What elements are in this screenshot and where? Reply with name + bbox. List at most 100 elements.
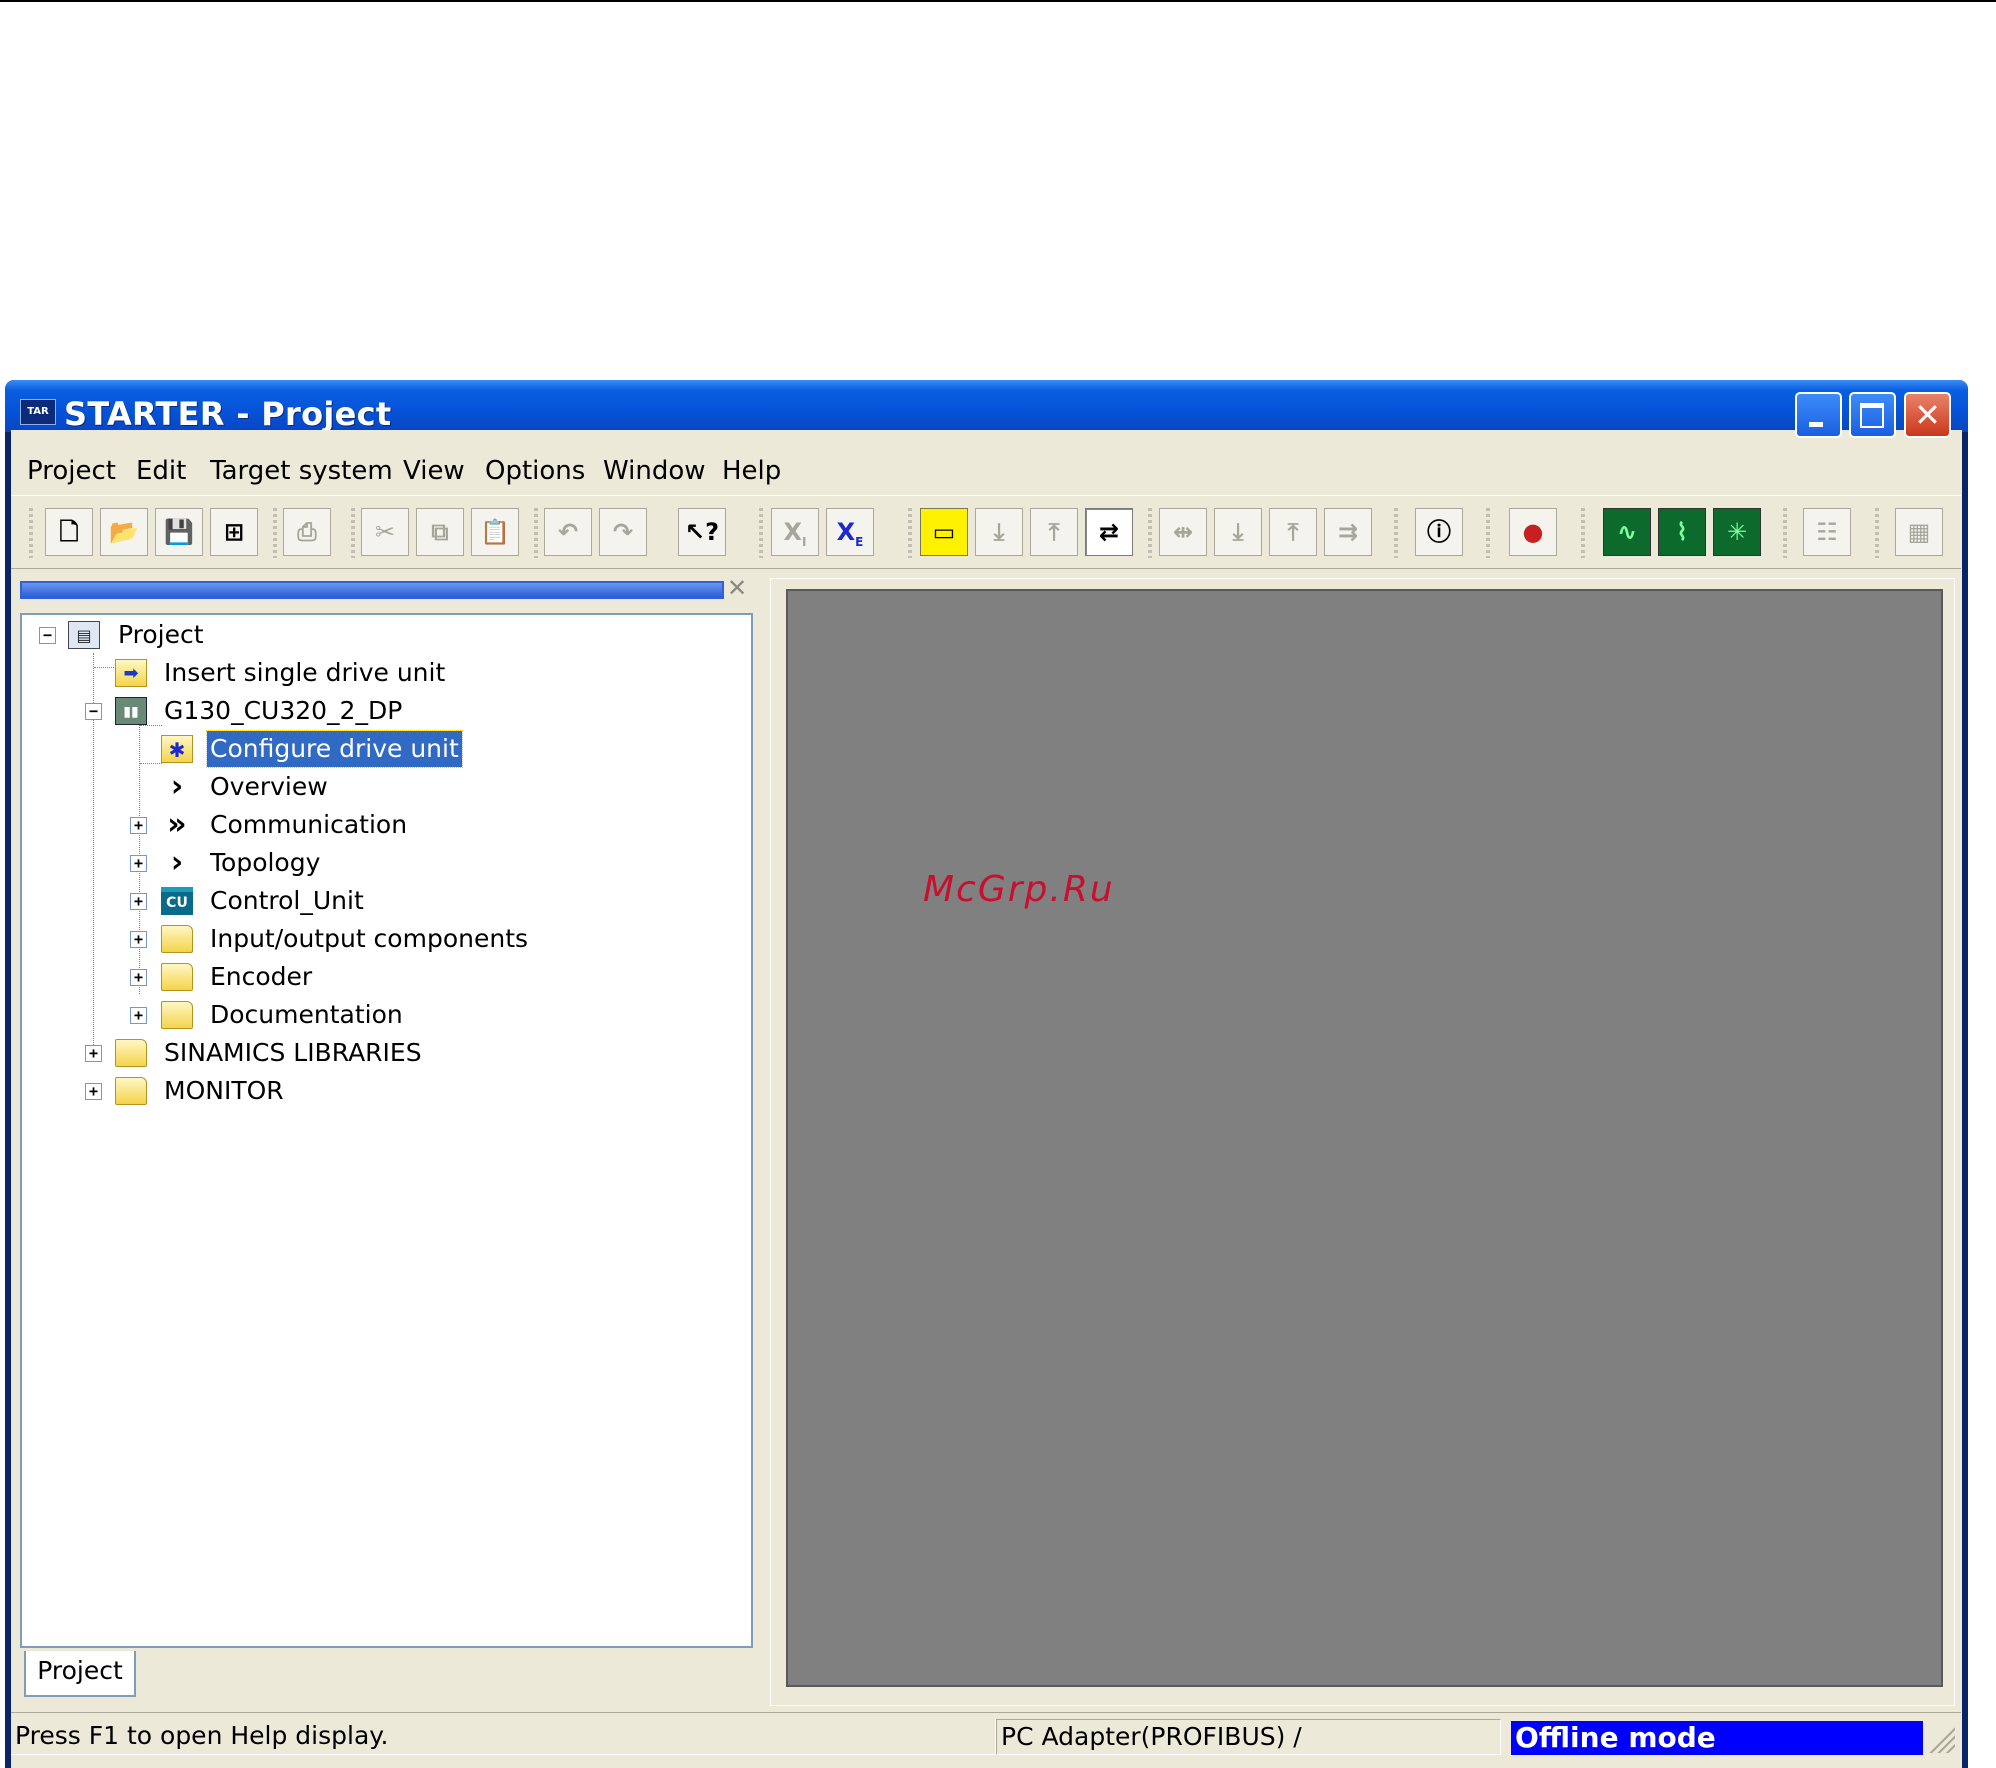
project-tree: − ▤ Project ➡ Insert single drive unit −… — [20, 613, 753, 1648]
minimize-icon — [1797, 394, 1840, 436]
download-icon[interactable]: ⤓ — [975, 508, 1023, 556]
tree-node-overview[interactable]: › Overview — [22, 769, 722, 805]
tree-node-sinamics-libraries[interactable]: + SINAMICS LIBRARIES — [22, 1035, 722, 1071]
connect-target-icon[interactable]: ▭ — [920, 508, 968, 556]
tree-node-insert-drive[interactable]: ➡ Insert single drive unit — [22, 655, 722, 691]
trace-icon[interactable]: ∿ — [1603, 508, 1651, 556]
drive-unit-icon: ▮▮ — [115, 697, 147, 725]
online-offline-compare-icon[interactable]: ⇄ — [1085, 508, 1133, 556]
open-icon[interactable]: 📂 — [100, 508, 148, 556]
tree-node-io-components[interactable]: + Input/output components — [22, 921, 722, 957]
folder-icon — [161, 925, 193, 953]
expand-icon[interactable]: + — [130, 931, 147, 948]
navigator-title-bar[interactable] — [20, 581, 724, 599]
toolbar-grip[interactable] — [534, 508, 538, 558]
maximize-icon — [1851, 394, 1894, 436]
xe-icon[interactable]: XE — [826, 508, 874, 556]
configure-gear-icon: ✱ — [161, 735, 193, 763]
menu-help[interactable]: Help — [722, 456, 781, 486]
undo-icon[interactable]: ↶ — [544, 508, 592, 556]
tree-label: Topology — [210, 848, 321, 877]
minimize-button[interactable] — [1795, 392, 1842, 438]
menu-edit[interactable]: Edit — [136, 456, 186, 486]
tree-label: Control_Unit — [210, 886, 364, 915]
toolbar-grip[interactable] — [1148, 508, 1152, 558]
menu-bar: Project Edit Target system View Options … — [11, 450, 1961, 493]
tree-node-project[interactable]: − ▤ Project — [22, 617, 722, 653]
tree-label: Overview — [210, 772, 328, 801]
upload-icon[interactable]: ⤒ — [1030, 508, 1078, 556]
context-help-icon[interactable]: ↖? — [678, 508, 726, 556]
folder-icon — [115, 1039, 147, 1067]
tree-label: Input/output components — [210, 924, 529, 953]
status-bar: Press F1 to open Help display. PC Adapte… — [11, 1712, 1961, 1763]
toolbar-grip[interactable] — [759, 508, 763, 558]
menu-window[interactable]: Window — [603, 456, 706, 486]
control-panel-icon[interactable]: ● — [1509, 508, 1557, 556]
paste-icon[interactable]: 📋 — [471, 508, 519, 556]
toolbar-grip[interactable] — [1394, 508, 1398, 558]
load-to-target-icon[interactable]: ⤒ — [1269, 508, 1317, 556]
maximize-button[interactable] — [1849, 392, 1896, 438]
toolbar-grip[interactable] — [273, 508, 277, 558]
expand-icon[interactable]: + — [85, 1045, 102, 1062]
expand-icon[interactable]: + — [130, 855, 147, 872]
save-icon[interactable]: 💾 — [155, 508, 203, 556]
window-title: STARTER - Project — [64, 395, 392, 433]
expand-icon[interactable]: + — [85, 1083, 102, 1100]
resize-grip-icon[interactable] — [1929, 1727, 1955, 1753]
disconnect-icon[interactable]: ⇹ — [1159, 508, 1207, 556]
project-icon: ▤ — [68, 621, 100, 649]
workspace-canvas[interactable]: McGrp.Ru — [786, 589, 1943, 1687]
toolbar-grip[interactable] — [1486, 508, 1490, 558]
tree-node-encoder[interactable]: + Encoder — [22, 959, 722, 995]
tree-label: G130_CU320_2_DP — [164, 696, 403, 725]
toolbar-grip[interactable] — [1783, 508, 1787, 558]
project-navigator: ✕ − ▤ Project ➡ Insert single drive unit… — [20, 574, 753, 1710]
calculator-icon[interactable]: ▦ — [1895, 508, 1943, 556]
redo-icon[interactable]: ↷ — [599, 508, 647, 556]
expert-list-icon[interactable]: ☷ — [1803, 508, 1851, 556]
folder-icon — [115, 1077, 147, 1105]
title-bar[interactable]: TAR STARTER - Project — [5, 380, 1968, 433]
menu-project[interactable]: Project — [27, 456, 116, 486]
toolbar-grip[interactable] — [1875, 508, 1879, 558]
tree-node-control-unit[interactable]: + CU Control_Unit — [22, 883, 722, 919]
close-button[interactable]: ✕ — [1904, 392, 1951, 438]
collapse-icon[interactable]: − — [39, 627, 56, 644]
expand-icon[interactable]: + — [130, 969, 147, 986]
tree-node-documentation[interactable]: + Documentation — [22, 997, 722, 1033]
function-generator-icon[interactable]: ✳ — [1713, 508, 1761, 556]
tree-node-drive-unit[interactable]: − ▮▮ G130_CU320_2_DP — [22, 693, 722, 729]
page-top-rule — [0, 0, 1996, 2]
expand-icon[interactable]: + — [130, 817, 147, 834]
load-to-pg-icon[interactable]: ⤓ — [1214, 508, 1262, 556]
menu-target-system[interactable]: Target system — [210, 456, 393, 486]
status-mode-badge: Offline mode — [1511, 1721, 1923, 1755]
copy-icon[interactable]: ⧉ — [416, 508, 464, 556]
menu-view[interactable]: View — [403, 456, 465, 486]
tree-label: Insert single drive unit — [164, 658, 446, 687]
navigator-close-icon[interactable]: ✕ — [727, 574, 747, 602]
copy-ram-rom-icon[interactable]: ⇉ — [1324, 508, 1372, 556]
tree-node-topology[interactable]: + › Topology — [22, 845, 722, 881]
tree-node-communication[interactable]: + » Communication — [22, 807, 722, 843]
expand-icon[interactable]: + — [130, 1007, 147, 1024]
tree-node-configure-drive[interactable]: ✱ Configure drive unit — [22, 730, 722, 768]
toolbar-grip[interactable] — [1581, 508, 1585, 558]
tab-project[interactable]: Project — [24, 1651, 136, 1697]
menu-options[interactable]: Options — [485, 456, 585, 486]
save-compile-icon[interactable]: ⊞ — [210, 508, 258, 556]
print-icon[interactable]: ⎙ — [283, 508, 331, 556]
toolbar-grip[interactable] — [29, 508, 33, 558]
collapse-icon[interactable]: − — [85, 703, 102, 720]
toolbar-grip[interactable] — [351, 508, 355, 558]
toolbar-grip[interactable] — [908, 508, 912, 558]
diagnostics-icon[interactable]: ⓘ — [1415, 508, 1463, 556]
cut-icon[interactable]: ✂ — [361, 508, 409, 556]
xi-icon[interactable]: XI — [771, 508, 819, 556]
tree-node-monitor[interactable]: + MONITOR — [22, 1073, 722, 1109]
new-icon[interactable]: 🗋 — [45, 508, 93, 556]
expand-icon[interactable]: + — [130, 893, 147, 910]
measure-icon[interactable]: ⌇ — [1658, 508, 1706, 556]
